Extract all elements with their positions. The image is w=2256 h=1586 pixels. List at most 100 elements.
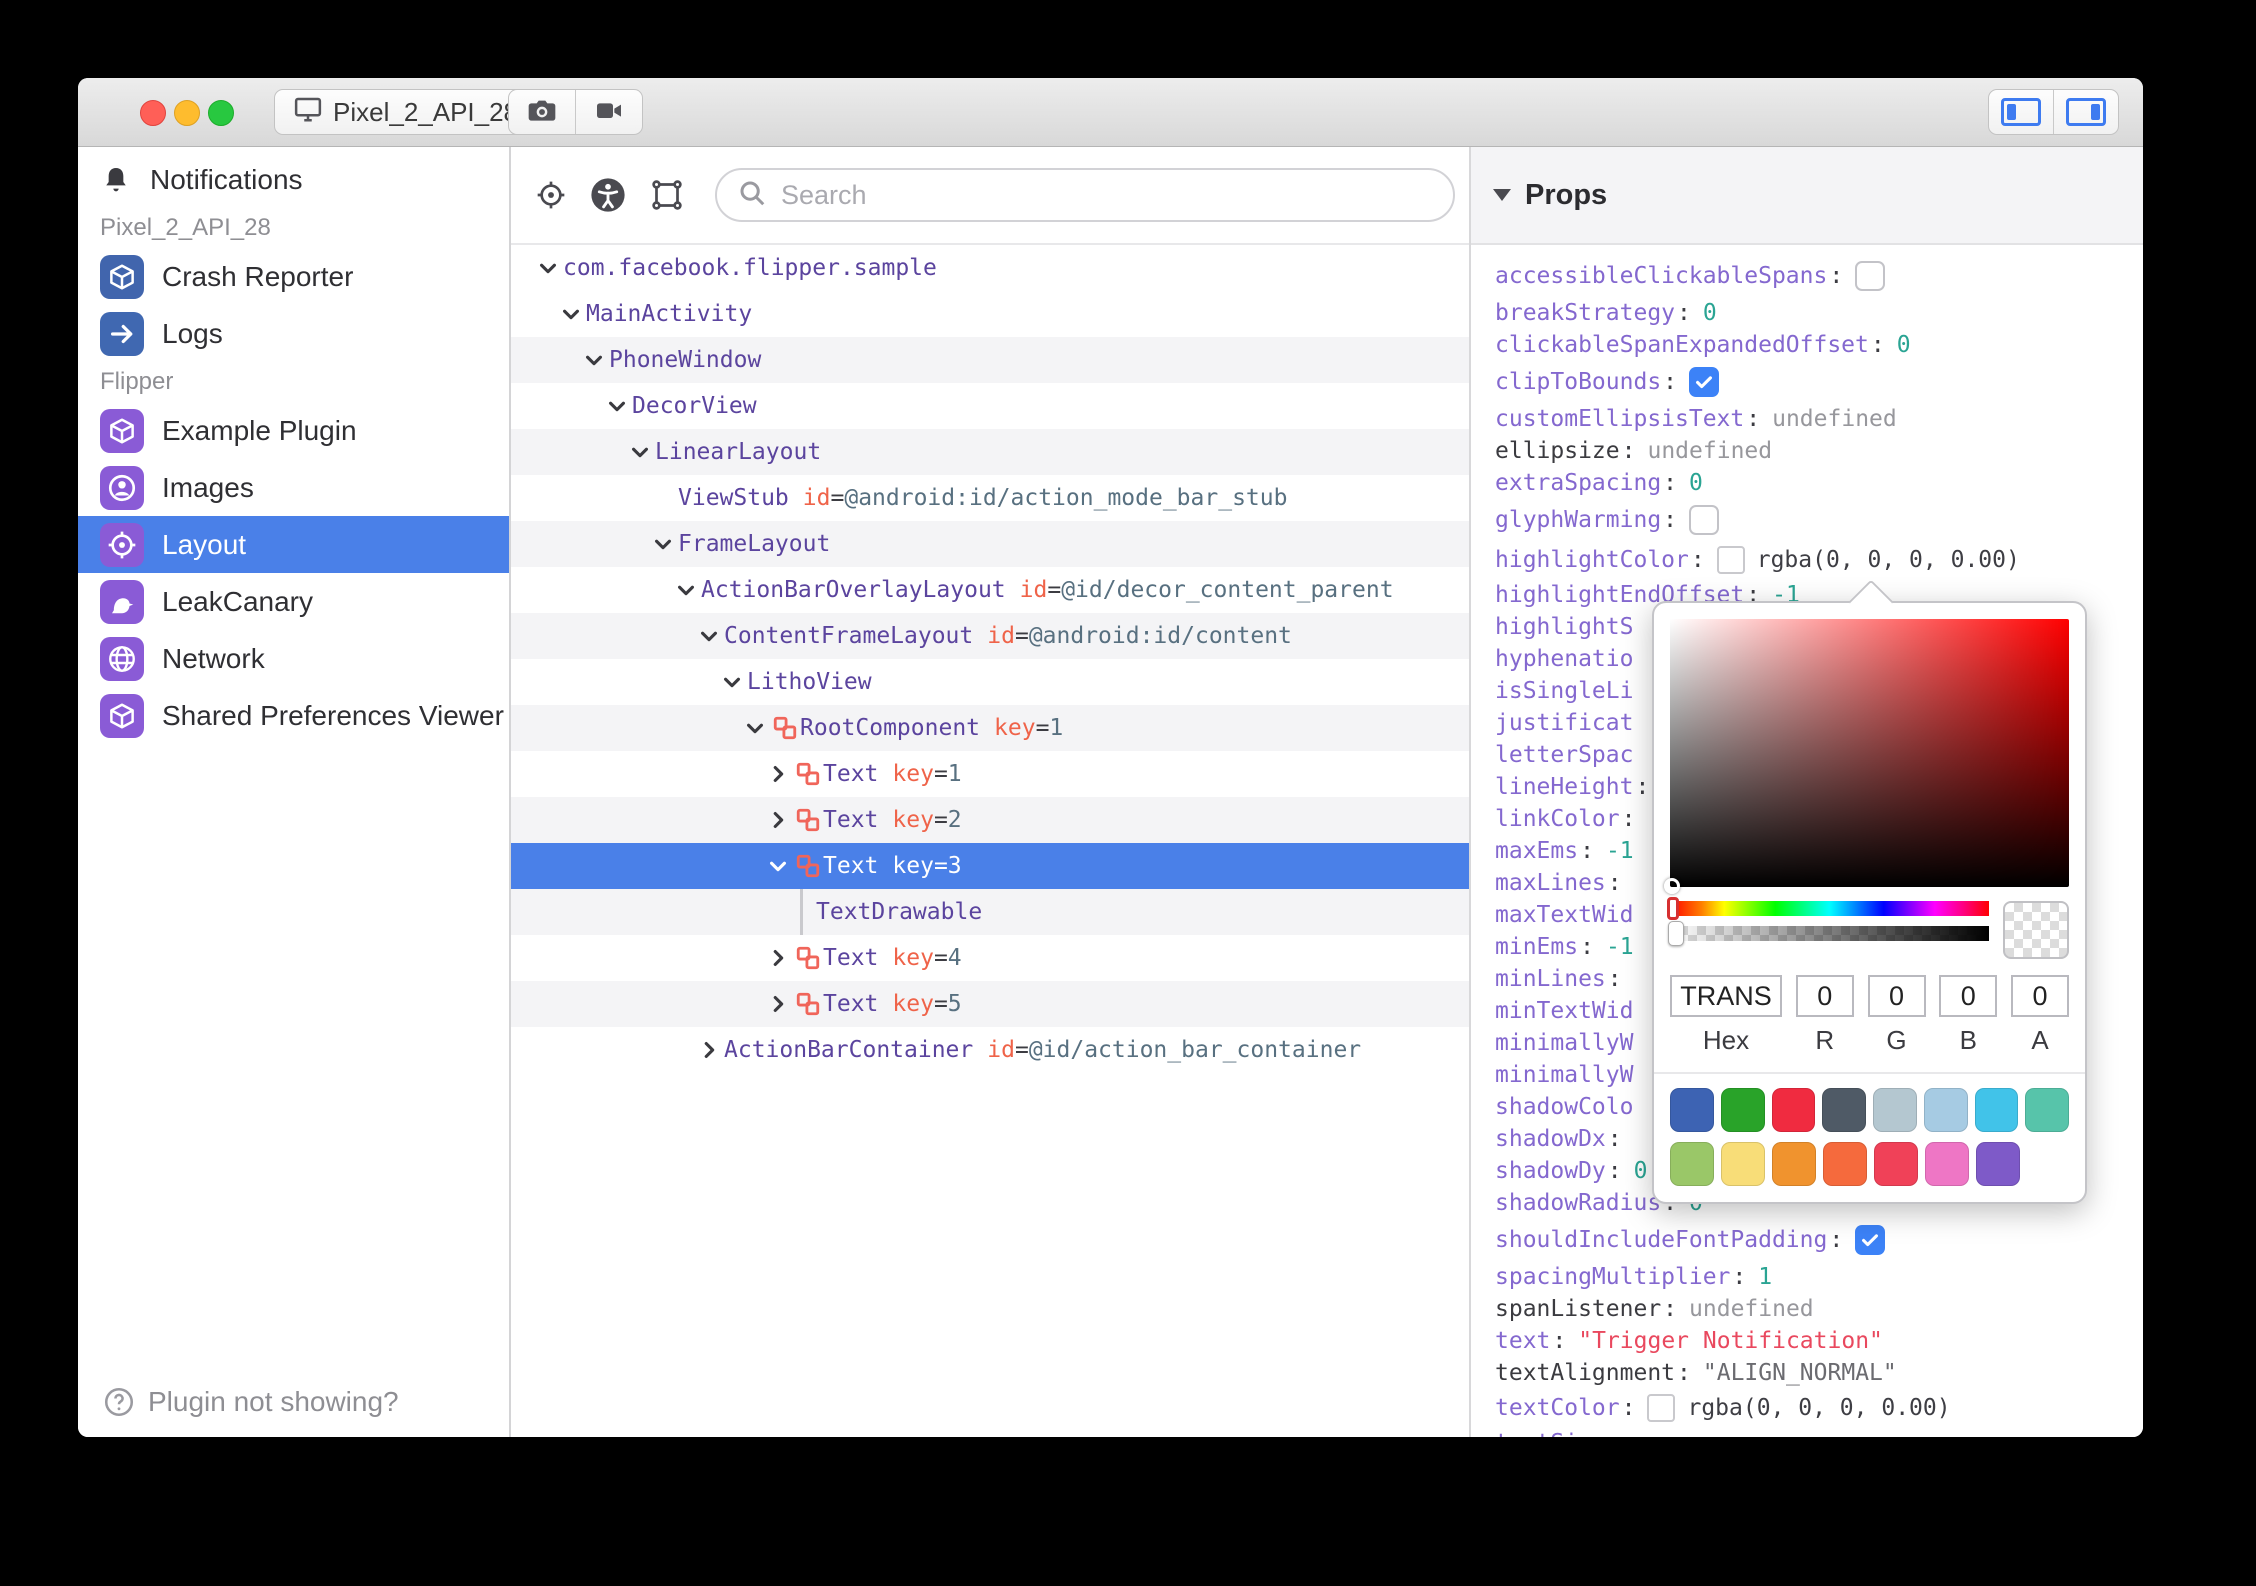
checkbox-unchecked[interactable]: [1689, 505, 1720, 535]
tree-row-linearlayout[interactable]: LinearLayout: [511, 429, 1469, 475]
preset-color-swatch[interactable]: [1923, 1088, 1968, 1132]
chevron-down-icon[interactable]: [740, 705, 770, 751]
tree-row-com-facebook-flipper-sample[interactable]: com.facebook.flipper.sample: [511, 245, 1469, 291]
tree-row-rootcomponent-key-1[interactable]: RootComponent key = 1: [511, 705, 1469, 751]
close-window-button[interactable]: [140, 100, 166, 126]
chevron-down-icon[interactable]: [694, 613, 724, 659]
preset-color-swatch[interactable]: [1823, 1142, 1867, 1186]
alpha-slider[interactable]: [1668, 921, 1989, 946]
saturation-cursor[interactable]: [1664, 878, 1680, 894]
minimize-window-button[interactable]: [174, 100, 200, 126]
sidebar-item-network[interactable]: Network: [78, 630, 509, 687]
chevron-down-icon[interactable]: [648, 521, 678, 567]
alpha-slider-handle[interactable]: [1668, 921, 1684, 946]
tree-row-contentframelayout-id-android-id-content[interactable]: ContentFrameLayout id = @android:id/content: [511, 613, 1469, 659]
sidebar-item-crash-reporter[interactable]: Crash Reporter: [78, 248, 509, 305]
screenshot-button[interactable]: [509, 90, 575, 134]
node-name: ViewStub: [678, 485, 789, 511]
node-name: MainActivity: [586, 301, 753, 327]
chevron-down-icon[interactable]: [579, 337, 609, 383]
blue-input[interactable]: [1939, 975, 1998, 1017]
blue-label: B: [1959, 1025, 1977, 1055]
plugin-not-showing-link[interactable]: Plugin not showing?: [102, 1385, 399, 1419]
tree-row-viewstub-id-android-id-action-mode-bar-stub[interactable]: ViewStub id = @android:id/action_mode_bar_s…: [511, 475, 1469, 521]
preset-color-swatch[interactable]: [1974, 1088, 2019, 1132]
preset-color-swatch[interactable]: [1925, 1142, 1969, 1186]
sidebar-item-shared-preferences-viewer[interactable]: Shared Preferences Viewer: [78, 687, 509, 744]
red-input[interactable]: [1795, 975, 1854, 1017]
tree-row-framelayout[interactable]: FrameLayout: [511, 521, 1469, 567]
chevron-down-icon[interactable]: [625, 429, 655, 475]
device-selector-button[interactable]: Pixel_2_API_28: [274, 89, 538, 135]
chevron-right-icon[interactable]: [763, 935, 793, 981]
checkbox-checked[interactable]: [1855, 1225, 1886, 1255]
chevron-down-icon[interactable]: [763, 843, 793, 889]
tree-row-text-key-1[interactable]: Text key = 1: [511, 751, 1469, 797]
checkbox-checked[interactable]: [1689, 367, 1720, 397]
tree-row-mainactivity[interactable]: MainActivity: [511, 291, 1469, 337]
prop-colon: :: [1690, 547, 1705, 573]
tree-row-phonewindow[interactable]: PhoneWindow: [511, 337, 1469, 383]
tree-row-text-key-4[interactable]: Text key = 4: [511, 935, 1469, 981]
hue-slider-handle[interactable]: [1667, 897, 1679, 920]
tree-row-actionbarcontainer-id-id-action-bar-container[interactable]: ActionBarContainer id = @id/action_bar_cont…: [511, 1027, 1469, 1073]
search-input[interactable]: [779, 178, 1433, 212]
preset-color-swatch[interactable]: [1721, 1142, 1765, 1186]
tree-row-text-key-5[interactable]: Text key = 5: [511, 981, 1469, 1027]
sidebar-item-leakcanary[interactable]: LeakCanary: [78, 573, 509, 630]
preset-color-swatch[interactable]: [1670, 1142, 1714, 1186]
color-swatch-button[interactable]: [1716, 546, 1745, 574]
search-box[interactable]: [715, 168, 1455, 222]
sidebar-item-logs[interactable]: Logs: [78, 305, 509, 362]
sidebar-item-images[interactable]: Images: [78, 459, 509, 516]
frame-select-toolbar-button[interactable]: [649, 177, 685, 213]
preset-color-swatch[interactable]: [2025, 1088, 2069, 1132]
tree-row-textdrawable[interactable]: TextDrawable: [511, 889, 1469, 935]
tree-row-text-key-2[interactable]: Text key = 2: [511, 797, 1469, 843]
node-name: Text: [823, 945, 879, 971]
sidebar-item-layout[interactable]: Layout: [78, 516, 509, 573]
sidebar-item-example-plugin[interactable]: Example Plugin: [78, 402, 509, 459]
accessibility-toolbar-button[interactable]: [589, 176, 627, 214]
hue-slider[interactable]: [1667, 897, 1989, 920]
sidebar-item-notifications[interactable]: Notifications: [78, 151, 509, 208]
toggle-left-panel-button[interactable]: [1989, 90, 2053, 134]
chevron-down-icon[interactable]: [671, 567, 701, 613]
tree-row-actionbaroverlaylayout-id-id-decor-content-parent[interactable]: ActionBarOverlayLayout id = @id/decor_conte…: [511, 567, 1469, 613]
node-name: PhoneWindow: [609, 347, 762, 373]
prop-colon: :: [1607, 870, 1622, 896]
chevron-right-icon[interactable]: [694, 1027, 724, 1073]
chevron-down-icon[interactable]: [533, 245, 563, 291]
preset-color-swatch[interactable]: [1772, 1142, 1816, 1186]
checkbox-unchecked[interactable]: [1855, 261, 1886, 291]
preset-color-swatch[interactable]: [1670, 1088, 1714, 1132]
alpha-input[interactable]: [2011, 975, 2069, 1017]
attr-value: @android:id/content: [1028, 623, 1292, 649]
green-input[interactable]: [1867, 975, 1926, 1017]
chevron-down-icon[interactable]: [556, 291, 586, 337]
preset-color-swatch[interactable]: [1976, 1142, 2020, 1186]
hex-input[interactable]: [1670, 975, 1782, 1017]
chevron-down-icon[interactable]: [717, 659, 747, 705]
chevron-right-icon[interactable]: [763, 751, 793, 797]
tree-row-text-key-3[interactable]: Text key = 3: [511, 843, 1469, 889]
chevron-right-icon[interactable]: [763, 797, 793, 843]
preset-color-swatch[interactable]: [1873, 1088, 1917, 1132]
props-header[interactable]: Props: [1471, 147, 2143, 245]
tree-row-lithoview[interactable]: LithoView: [511, 659, 1469, 705]
chevron-down-icon[interactable]: [602, 383, 632, 429]
screen-record-button[interactable]: [575, 90, 642, 134]
preset-color-swatch[interactable]: [1720, 1088, 1765, 1132]
plugin-sidebar: Notifications Pixel_2_API_28 Crash Reporte…: [78, 147, 511, 1437]
toggle-right-panel-button[interactable]: [2053, 90, 2118, 134]
saturation-square[interactable]: [1664, 619, 2069, 894]
tree-row-decorview[interactable]: DecorView: [511, 383, 1469, 429]
prop-row-shouldincludefontpadding: shouldIncludeFontPadding:: [1495, 1219, 2143, 1261]
chevron-right-icon[interactable]: [763, 981, 793, 1027]
preset-color-swatch[interactable]: [1822, 1088, 1866, 1132]
color-swatch-button[interactable]: [1647, 1394, 1676, 1422]
preset-color-swatch[interactable]: [1771, 1088, 1816, 1132]
zoom-window-button[interactable]: [208, 100, 234, 126]
target-toolbar-button[interactable]: [535, 179, 567, 211]
preset-color-swatch[interactable]: [1874, 1142, 1918, 1186]
